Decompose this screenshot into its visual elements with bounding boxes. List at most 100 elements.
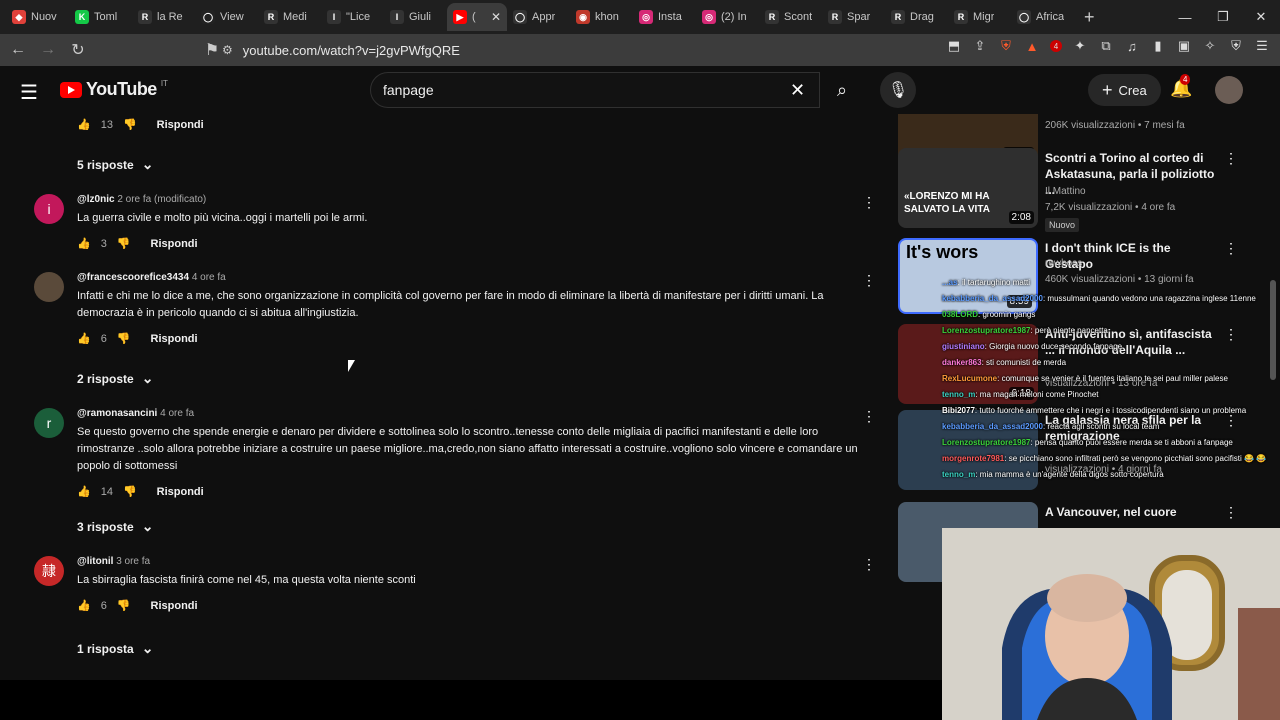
reload-icon[interactable]: ↻	[66, 38, 90, 62]
browser-tab[interactable]: R Medi	[258, 3, 321, 31]
webcam-scene	[942, 528, 1280, 720]
screenshot-icon[interactable]: ⧉	[1098, 38, 1114, 54]
menu-icon[interactable]: ☰	[1254, 38, 1270, 54]
new-badge: Nuovo	[1045, 218, 1080, 232]
dislike-icon[interactable]: 👎	[123, 118, 137, 131]
wallet-icon[interactable]: ▣	[1176, 38, 1192, 54]
like-icon[interactable]: 👍	[77, 237, 91, 250]
close-tab-icon[interactable]: ✕	[491, 10, 501, 24]
comment-author[interactable]: @ramonasancini	[77, 408, 157, 419]
video-title[interactable]: A Vancouver, nel cuore	[1045, 504, 1215, 520]
browser-tab[interactable]: R Spar	[822, 3, 885, 31]
reply-button[interactable]: Rispondi	[157, 119, 204, 131]
like-icon[interactable]: 👍	[77, 485, 91, 498]
browser-tab[interactable]: R Migr	[948, 3, 1011, 31]
replies-toggle-button[interactable]: 3 risposte ⌄	[77, 518, 153, 535]
video-channel[interactable]: Il Mattino	[1045, 186, 1086, 197]
commenter-avatar[interactable]	[34, 272, 64, 302]
share-icon[interactable]: ⇪	[972, 38, 988, 54]
reply-button[interactable]: Rispondi	[151, 600, 198, 612]
search-input[interactable]: fanpage	[370, 72, 820, 108]
rewards-icon[interactable]: ▲	[1024, 38, 1040, 54]
replies-toggle-button[interactable]: 1 risposta ⌄	[77, 640, 153, 657]
replies-toggle-button[interactable]: 5 risposte ⌄	[77, 156, 153, 173]
url-text: youtube.com/watch?v=j2gvPWfgQRE	[242, 42, 460, 58]
reply-button[interactable]: Rispondi	[151, 238, 198, 250]
browser-tab[interactable]: ◎ (2) In	[696, 3, 759, 31]
leo-icon[interactable]: ✧	[1202, 38, 1218, 54]
browser-tab[interactable]: ◯ Appr	[507, 3, 570, 31]
comment-author[interactable]: @francescoorefice3434	[77, 272, 189, 283]
browser-tab[interactable]: I "Lice	[321, 3, 384, 31]
browser-tab[interactable]: ◉ khon	[570, 3, 633, 31]
browser-tab[interactable]: ◯ Africa	[1011, 3, 1074, 31]
notifications-icon[interactable]: 🔔 4	[1170, 74, 1192, 99]
browser-tab[interactable]: ◆ Nuov	[6, 3, 69, 31]
browser-tab[interactable]: R Drag	[885, 3, 948, 31]
account-avatar[interactable]	[1215, 76, 1243, 104]
dislike-icon[interactable]: 👎	[117, 332, 131, 345]
close-window-icon[interactable]: ✕	[1242, 0, 1280, 34]
minimize-icon[interactable]: —	[1166, 0, 1204, 34]
chat-message: ...as: il tartarughino matti	[942, 278, 1280, 288]
like-icon[interactable]: 👍	[77, 332, 91, 345]
microphone-icon[interactable]: 🎙	[880, 72, 916, 108]
comment-menu-icon[interactable]: ⋮	[862, 556, 876, 573]
reply-button[interactable]: Rispondi	[151, 333, 198, 345]
commenter-avatar[interactable]: r	[34, 408, 64, 438]
video-menu-icon[interactable]: ⋮	[1224, 240, 1238, 257]
search-icon[interactable]: ⌕	[820, 72, 864, 108]
sidebar-icon[interactable]: ▮	[1150, 38, 1166, 54]
vpn-icon[interactable]: ⛨	[1228, 38, 1244, 54]
browser-tab[interactable]: I Giuli	[384, 3, 447, 31]
extension-icons: ⬒ ⇪ ⛨ ▲ 4 ✦ ⧉ ♫ ▮ ▣ ✧ ⛨ ☰	[946, 38, 1270, 54]
browser-tab[interactable]: Rla Re	[132, 3, 195, 31]
dislike-icon[interactable]: 👎	[123, 485, 137, 498]
search-value: fanpage	[383, 82, 434, 98]
comment-author[interactable]: @litonil	[77, 556, 113, 567]
new-tab-icon[interactable]: +	[1084, 7, 1095, 28]
create-button[interactable]: + Crea	[1088, 74, 1161, 106]
dislike-icon[interactable]: 👎	[117, 237, 131, 250]
browser-tab[interactable]: K Toml	[69, 3, 132, 31]
comment-actions: 👍 13 👎 Rispondi	[77, 118, 204, 132]
comment-time[interactable]: 3 ore fa	[116, 556, 150, 567]
like-icon[interactable]: 👍	[77, 118, 91, 131]
browser-tab[interactable]: ◯ View	[195, 3, 258, 31]
comment-time[interactable]: 4 ore fa	[192, 272, 226, 283]
video-menu-icon[interactable]: ⋮	[1224, 504, 1238, 521]
browser-tab[interactable]: R Scont	[759, 3, 822, 31]
guide-menu-icon[interactable]: ☰	[20, 80, 38, 105]
youtube-logo[interactable]: YouTube IT	[60, 79, 168, 100]
puzzle-icon[interactable]: ✦	[1072, 38, 1088, 54]
like-icon[interactable]: 👍	[77, 599, 91, 612]
brave-shield-icon[interactable]: ⛨	[998, 38, 1014, 54]
comment-menu-icon[interactable]: ⋮	[862, 194, 876, 211]
video-menu-icon[interactable]: ⋮	[1224, 150, 1238, 167]
video-channel[interactable]: rewboss	[1045, 258, 1082, 269]
reply-button[interactable]: Rispondi	[157, 486, 204, 498]
commenter-avatar[interactable]: 隷	[34, 556, 64, 586]
maximize-icon[interactable]: ❐	[1204, 0, 1242, 34]
install-icon[interactable]: ⬒	[946, 38, 962, 54]
music-icon[interactable]: ♫	[1124, 38, 1140, 54]
replies-toggle-button[interactable]: 2 risposte ⌄	[77, 370, 153, 387]
clear-search-icon[interactable]: ✕	[790, 80, 805, 101]
bookmark-icon[interactable]: ⚑	[200, 38, 224, 62]
comment-time[interactable]: 4 ore fa	[160, 408, 194, 419]
forward-icon[interactable]: →	[36, 38, 60, 62]
dislike-icon[interactable]: 👎	[117, 599, 131, 612]
commenter-avatar[interactable]: i	[34, 194, 64, 224]
site-info-icon[interactable]: ⚙	[222, 43, 233, 57]
video-thumbnail[interactable]: «LORENZO MI HA SALVATO LA VITA 2:08	[898, 148, 1038, 228]
back-icon[interactable]: ←	[6, 38, 30, 62]
like-count: 14	[100, 485, 113, 498]
comment-author[interactable]: @lz0nic	[77, 194, 115, 205]
comment-menu-icon[interactable]: ⋮	[862, 408, 876, 425]
comment-time[interactable]: 2 ore fa (modificato)	[117, 194, 206, 205]
url-field[interactable]: ⚙ youtube.com/watch?v=j2gvPWfgQRE	[222, 38, 882, 62]
comment-menu-icon[interactable]: ⋮	[862, 272, 876, 289]
tab-favicon-icon: ◆	[12, 10, 26, 24]
browser-tab[interactable]: ◎ Insta	[633, 3, 696, 31]
browser-tab[interactable]: ▶ (✕	[447, 3, 507, 31]
